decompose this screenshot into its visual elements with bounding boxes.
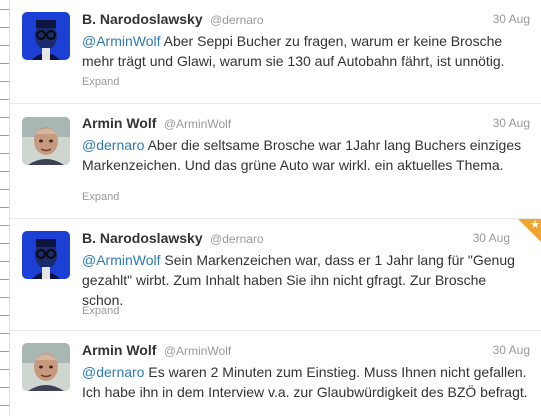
tweet-item[interactable]: Armin Wolf @ArminWolf 30 Aug @dernaro Ab… — [10, 104, 541, 219]
author-name[interactable]: Armin Wolf — [82, 342, 156, 358]
tweet-timeline: B. Narodoslawsky @dernaro 30 Aug @ArminW… — [9, 0, 541, 416]
expand-link[interactable]: Expand — [82, 305, 119, 317]
author-name[interactable]: Armin Wolf — [82, 115, 156, 131]
mention-link[interactable]: @dernaro — [82, 137, 144, 153]
tweet-header: B. Narodoslawsky @dernaro 30 Aug — [82, 11, 530, 29]
tweet-header: Armin Wolf @ArminWolf 30 Aug — [82, 115, 530, 133]
avatar[interactable] — [22, 12, 70, 60]
tweet-text: @ArminWolf Aber Seppi Bucher zu fragen, … — [82, 31, 530, 71]
author-handle[interactable]: @dernaro — [210, 13, 264, 27]
expand-link[interactable]: Expand — [82, 191, 119, 203]
avatar[interactable] — [22, 117, 70, 165]
tweet-text: @dernaro Aber die seltsame Brosche war 1… — [82, 135, 530, 175]
tweet-date[interactable]: 30 Aug — [493, 343, 530, 357]
tweet-date[interactable]: 30 Aug — [493, 12, 530, 26]
tweet-text: @dernaro Es waren 2 Minuten zum Einstieg… — [82, 362, 530, 402]
author-name[interactable]: B. Narodoslawsky — [82, 230, 203, 246]
tweet-item[interactable]: Armin Wolf @ArminWolf 30 Aug @dernaro Es… — [10, 331, 541, 416]
star-icon: ★ — [530, 219, 540, 231]
avatar[interactable] — [22, 343, 70, 391]
author-handle[interactable]: @ArminWolf — [164, 117, 231, 131]
tweet-item[interactable]: B. Narodoslawsky @dernaro 30 Aug @ArminW… — [10, 0, 541, 104]
tweet-body: Aber die seltsame Brosche war 1Jahr lang… — [82, 137, 522, 173]
mention-link[interactable]: @dernaro — [82, 364, 144, 380]
expand-link[interactable]: Expand — [82, 76, 119, 88]
tweet-header: B. Narodoslawsky @dernaro 30 Aug — [82, 230, 530, 248]
avatar[interactable] — [22, 231, 70, 279]
tweet-date[interactable]: 30 Aug — [493, 116, 530, 130]
tweet-date[interactable]: 30 Aug — [473, 231, 510, 245]
mention-link[interactable]: @ArminWolf — [82, 33, 161, 49]
author-handle[interactable]: @ArminWolf — [164, 344, 231, 358]
tweet-text: @ArminWolf Sein Markenzeichen war, dass … — [82, 250, 530, 310]
tweet-item[interactable]: ★ B. Narodoslawsky @dernaro 30 Aug @Armi… — [10, 219, 541, 331]
author-handle[interactable]: @dernaro — [210, 232, 264, 246]
background-strip — [0, 0, 9, 416]
tweet-body: Es waren 2 Minuten zum Einstieg. Muss Ih… — [82, 364, 528, 400]
tweet-header: Armin Wolf @ArminWolf 30 Aug — [82, 342, 530, 360]
mention-link[interactable]: @ArminWolf — [82, 252, 161, 268]
author-name[interactable]: B. Narodoslawsky — [82, 11, 203, 27]
